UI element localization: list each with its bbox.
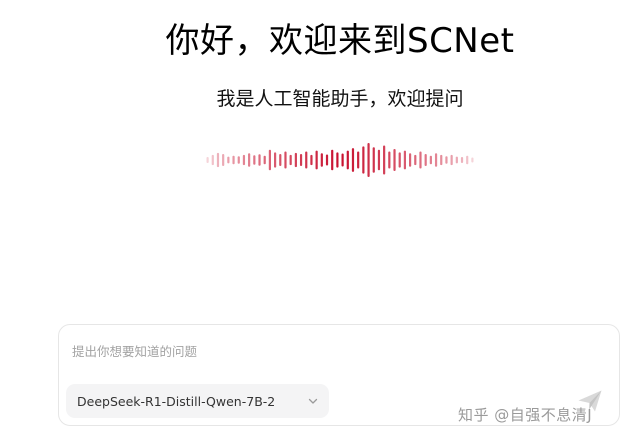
waveform-bar (403, 150, 406, 170)
waveform-bar (434, 153, 438, 167)
waveform-bar (258, 154, 261, 166)
model-select-dropdown[interactable]: DeepSeek-R1-Distill-Qwen-7B-2 (66, 384, 329, 418)
waveform-bar (388, 151, 391, 169)
waveform-bar (419, 151, 422, 169)
waveform-bar (284, 151, 287, 169)
waveform-bar (216, 152, 220, 168)
page-subtitle: 我是人工智能助手，欢迎提问 (216, 88, 464, 110)
waveform-bar (206, 156, 209, 164)
waveform-bar (248, 153, 251, 167)
waveform-bar (305, 151, 308, 169)
waveform-bar (263, 155, 266, 165)
waveform-bar (414, 154, 417, 166)
audio-waveform-icon (206, 143, 474, 177)
waveform-bar (466, 155, 469, 165)
waveform-bar (315, 150, 318, 170)
waveform-bar (320, 153, 323, 167)
waveform-bar (341, 153, 344, 167)
waveform-bar (310, 154, 313, 166)
waveform-bar (237, 156, 240, 164)
waveform-bar (242, 154, 246, 166)
waveform-bar (227, 156, 230, 164)
waveform-bar (424, 154, 427, 166)
model-select-label: DeepSeek-R1-Distill-Qwen-7B-2 (77, 393, 276, 409)
waveform-bar (357, 151, 360, 169)
waveform-bar (398, 152, 401, 168)
waveform-bar (383, 145, 386, 175)
waveform-bar (232, 155, 235, 165)
waveform-bar (372, 147, 375, 173)
waveform-bar (274, 152, 277, 168)
waveform-bar (294, 152, 297, 168)
waveform-bar (299, 154, 303, 166)
waveform-bar (346, 150, 349, 170)
waveform-bar (455, 156, 458, 164)
waveform-bar (450, 154, 453, 166)
waveform-bar (429, 155, 432, 165)
waveform-bar (331, 149, 334, 171)
waveform-bar (253, 155, 256, 165)
waveform-bar (336, 152, 339, 168)
waveform-bar (460, 156, 464, 164)
waveform-bar (440, 154, 443, 166)
waveform-bar (471, 157, 474, 163)
page: 你好，欢迎来到SCNet 我是人工智能助手，欢迎提问 DeepSeek-R1-D… (0, 0, 640, 443)
waveform-bar (222, 154, 225, 166)
waveform-bar (393, 148, 396, 172)
waveform-bar (325, 154, 329, 166)
watermark-text: 知乎 @自强不息清J (458, 406, 593, 424)
waveform-bar (362, 146, 365, 174)
chevron-down-icon (308, 398, 318, 404)
waveform-bar (279, 154, 282, 166)
waveform-bar (268, 149, 271, 171)
waveform-bar (367, 143, 370, 177)
question-input[interactable] (72, 339, 542, 363)
waveform-bar (351, 148, 355, 172)
page-title: 你好，欢迎来到SCNet (165, 21, 515, 61)
waveform-bar (211, 154, 214, 166)
waveform-bar (445, 156, 448, 164)
waveform-bar (377, 149, 381, 171)
waveform-bar (289, 154, 292, 166)
waveform-bar (409, 153, 412, 167)
